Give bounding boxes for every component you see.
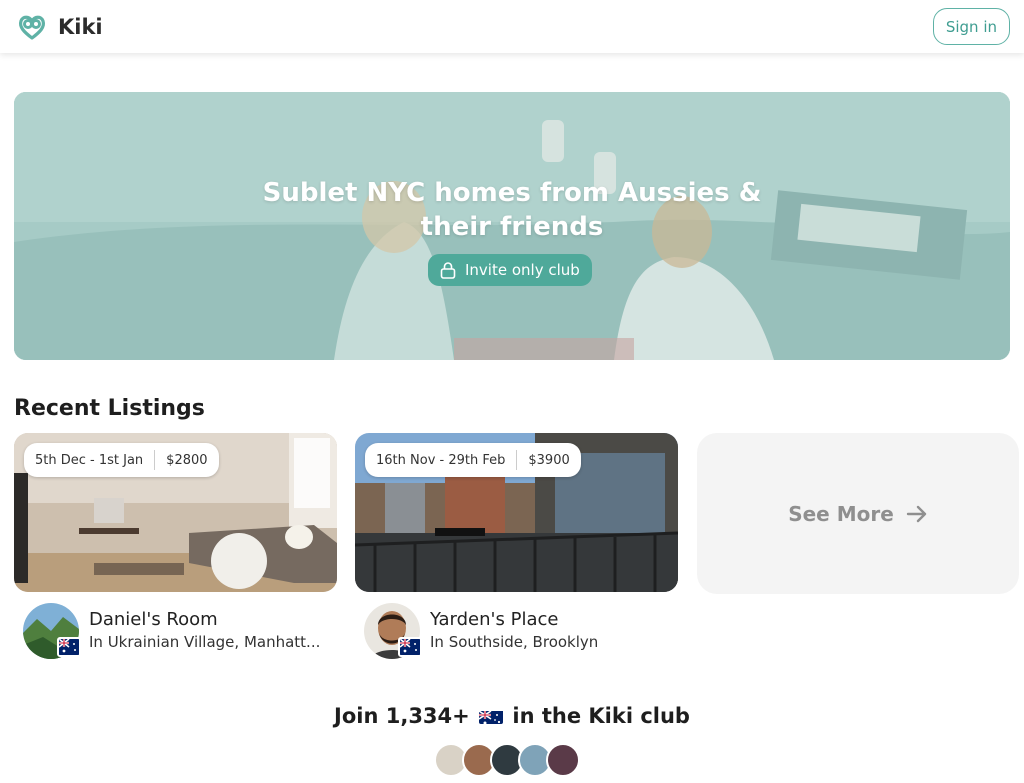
listing-price: $2800 <box>166 452 208 468</box>
hero-title-line2: their friends <box>420 212 604 242</box>
recent-listings-title: Recent Listings <box>14 396 205 421</box>
listing-photo[interactable]: 5th Dec - 1st Jan $2800 <box>14 433 337 592</box>
member-avatars <box>434 743 584 777</box>
listing-location: In Southside, Brooklyn <box>430 633 599 651</box>
hero-title-line1: Sublet NYC homes from Aussies & <box>262 178 762 208</box>
australia-flag-icon <box>479 708 504 724</box>
australia-flag-icon <box>57 637 81 657</box>
listing-card[interactable]: 16th Nov - 29th Feb $3900 Yarden's Place… <box>355 433 678 659</box>
join-suffix: in the Kiki club <box>512 704 690 728</box>
hero-title: Sublet NYC homes from Aussies & their fr… <box>14 176 1010 244</box>
listing-price: $3900 <box>528 452 570 468</box>
lock-icon <box>440 262 456 279</box>
brand-name: Kiki <box>58 14 103 39</box>
listing-dates: 5th Dec - 1st Jan <box>35 452 144 468</box>
listing-host[interactable]: Yarden's Place In Southside, Brooklyn <box>364 603 678 659</box>
join-club-heading: Join 1,334+ in the Kiki club <box>0 704 1024 728</box>
hero-banner: Sublet NYC homes from Aussies & their fr… <box>14 92 1010 360</box>
join-count: Join 1,334+ <box>334 704 470 728</box>
listing-name: Yarden's Place <box>430 609 559 630</box>
see-more-label: See More <box>788 501 894 526</box>
pill-divider <box>516 450 518 470</box>
listing-name: Daniel's Room <box>89 609 218 630</box>
invite-only-label: Invite only club <box>465 261 580 279</box>
listing-location: In Ukrainian Village, Manhatt... <box>89 633 321 651</box>
see-more-button[interactable]: See More <box>697 433 1019 594</box>
listing-info-pill: 16th Nov - 29th Feb $3900 <box>365 443 581 477</box>
invite-only-badge: Invite only club <box>428 254 592 286</box>
pill-divider <box>154 450 156 470</box>
sign-in-button[interactable]: Sign in <box>932 8 1010 45</box>
australia-flag-icon <box>398 637 422 657</box>
member-avatar <box>546 743 580 777</box>
listing-host[interactable]: Daniel's Room In Ukrainian Village, Manh… <box>23 603 337 659</box>
listing-card[interactable]: 5th Dec - 1st Jan $2800 Daniel's Room In… <box>14 433 337 659</box>
listing-dates: 16th Nov - 29th Feb <box>376 452 506 468</box>
pretzel-heart-icon <box>18 15 46 40</box>
arrow-right-icon <box>906 505 926 522</box>
top-header: Kiki Sign in <box>0 0 1024 53</box>
listing-photo[interactable]: 16th Nov - 29th Feb $3900 <box>355 433 678 592</box>
brand[interactable]: Kiki <box>16 11 103 43</box>
listing-info-pill: 5th Dec - 1st Jan $2800 <box>24 443 219 477</box>
